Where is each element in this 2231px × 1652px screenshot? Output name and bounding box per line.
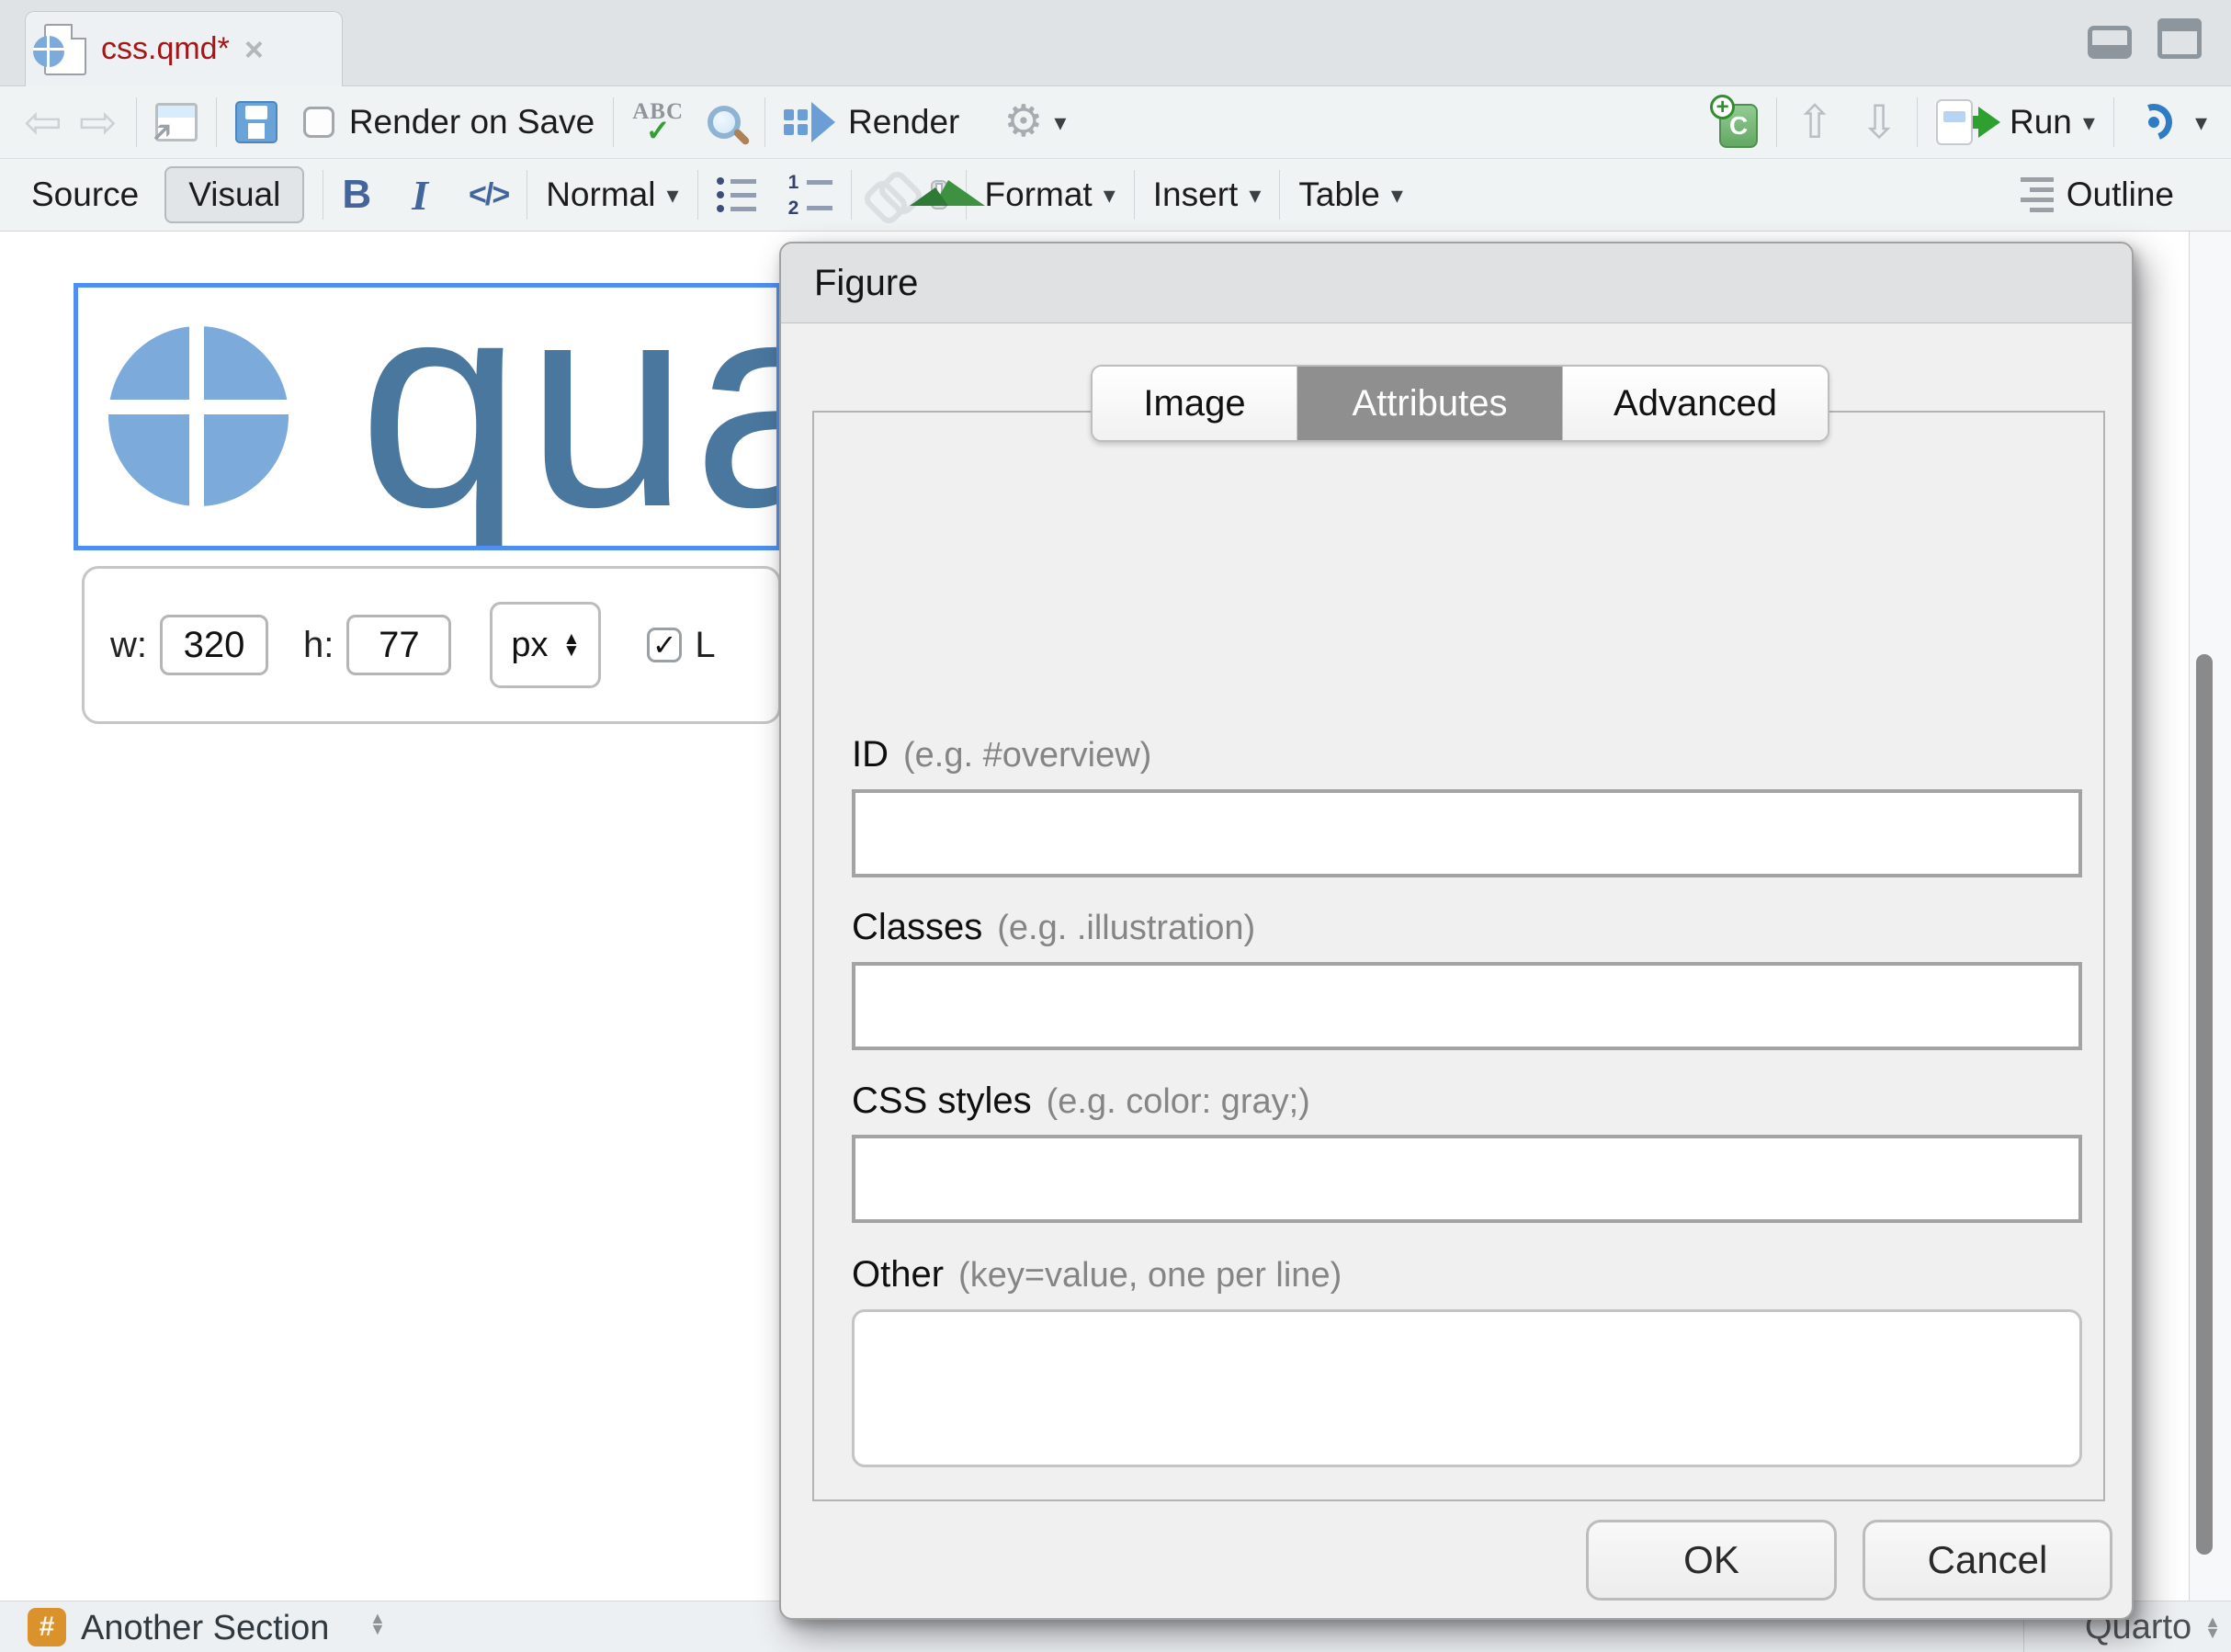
image-size-panel: w: h: px ▲▼ ✓ L [82, 566, 781, 724]
visual-mode-button[interactable]: Visual [164, 166, 304, 223]
lock-ratio-checkbox[interactable]: ✓ [647, 628, 682, 662]
forward-icon[interactable]: ⇨ [79, 99, 118, 145]
table-menu[interactable]: Table [1298, 175, 1379, 214]
separator [697, 170, 698, 220]
classes-input[interactable] [852, 962, 2082, 1050]
run-icon[interactable] [1936, 99, 2000, 145]
section-hash-icon: # [28, 1608, 66, 1646]
render-on-save-checkbox[interactable] [303, 107, 334, 138]
spellcheck-icon[interactable]: ABC ✓ [632, 100, 684, 145]
render-icon[interactable] [784, 102, 835, 142]
quarto-file-icon [44, 24, 86, 75]
tab-attributes[interactable]: Attributes [1297, 367, 1563, 440]
tab-bar: css.qmd* × [0, 0, 2231, 86]
bullet-list-icon[interactable] [717, 177, 756, 212]
image-icon [937, 185, 941, 204]
separator [1279, 170, 1280, 220]
width-input[interactable] [160, 615, 268, 675]
code-icon[interactable]: </> [469, 177, 508, 213]
minimize-icon[interactable] [2088, 26, 2132, 59]
format-menu[interactable]: Format [985, 175, 1093, 214]
italic-icon[interactable]: I [412, 171, 428, 220]
separator [851, 170, 852, 220]
units-select[interactable]: px ▲▼ [490, 602, 601, 688]
insert-chunk-icon[interactable]: C + [1710, 96, 1758, 148]
id-input[interactable] [852, 789, 2082, 877]
rstudio-editor-window: css.qmd* × ⇦ ⇨ Render on Save ABC ✓ Rend… [0, 0, 2231, 1652]
tab-css-qmd[interactable]: css.qmd* × [25, 11, 343, 86]
link-icon[interactable] [870, 175, 911, 215]
dialog-tab-strip: Image Attributes Advanced [1091, 365, 1829, 442]
separator [1776, 97, 1777, 147]
numbered-list-icon[interactable]: 1 2 [787, 173, 832, 218]
scrollbar-thumb[interactable] [2196, 654, 2213, 1555]
section-breadcrumb[interactable]: Another Section [81, 1609, 329, 1648]
outline-icon [2021, 177, 2054, 212]
pane-window-buttons [2088, 18, 2202, 59]
selected-image-quarto-logo[interactable]: qua [74, 283, 781, 550]
tab-filename: css.qmd* [101, 31, 230, 67]
paragraph-style-dropdown[interactable]: Normal [546, 175, 655, 214]
css-styles-input[interactable] [852, 1135, 2082, 1223]
quarto-logo-icon [33, 36, 64, 67]
id-field-label: ID (e.g. #overview) [852, 734, 1151, 775]
outline-button[interactable]: Outline [2021, 175, 2174, 214]
classes-field-label: Classes (e.g. .illustration) [852, 907, 1255, 948]
units-value: px [511, 626, 548, 665]
separator [613, 97, 614, 147]
other-field-label: Other (key=value, one per line) [852, 1254, 1342, 1296]
main-toolbar: ⇦ ⇨ Render on Save ABC ✓ Render ⚙ ▾ C + … [0, 86, 2231, 159]
source-caret-icon[interactable]: ▾ [2195, 108, 2207, 137]
table-caret-icon[interactable]: ▾ [1391, 181, 1403, 209]
search-icon[interactable] [708, 106, 741, 139]
back-icon[interactable]: ⇦ [24, 99, 62, 145]
lock-ratio-label: L [695, 625, 715, 666]
separator [764, 97, 765, 147]
maximize-icon[interactable] [2157, 18, 2202, 59]
open-in-new-window-icon[interactable] [155, 103, 198, 141]
quarto-logo-text: qua [358, 283, 781, 550]
source-refresh-icon[interactable] [2133, 101, 2175, 143]
tab-image[interactable]: Image [1093, 367, 1297, 440]
ok-button[interactable]: OK [1586, 1520, 1837, 1601]
paragraph-style-caret-icon[interactable]: ▾ [666, 181, 678, 209]
figure-dialog: Figure Image Attributes Advanced ID (e.g… [779, 242, 2134, 1620]
select-arrows-icon: ▲▼ [563, 633, 581, 657]
separator [136, 97, 137, 147]
separator [216, 97, 217, 147]
tab-close-icon[interactable]: × [244, 33, 264, 66]
run-button[interactable]: Run [2010, 103, 2072, 141]
doc-type-arrows-icon: ▲▼ [2204, 1616, 2221, 1638]
format-toolbar: Source Visual B I </> Normal ▾ 1 2 Forma… [0, 159, 2231, 232]
gear-icon[interactable]: ⚙ [1003, 100, 1043, 144]
separator [1917, 97, 1918, 147]
save-icon[interactable] [235, 101, 277, 143]
render-options-caret-icon[interactable]: ▾ [1054, 108, 1066, 137]
separator [1134, 170, 1135, 220]
quarto-logo-circle [108, 326, 289, 506]
height-label: h: [303, 625, 334, 666]
dialog-title: Figure [781, 243, 2132, 323]
run-caret-icon[interactable]: ▾ [2083, 108, 2095, 137]
other-textarea[interactable] [852, 1309, 2082, 1467]
format-caret-icon[interactable]: ▾ [1104, 181, 1116, 209]
separator [2113, 97, 2114, 147]
run-next-chunk-icon[interactable]: ⇩ [1860, 99, 1898, 145]
width-label: w: [110, 625, 147, 666]
section-nav-arrows-icon[interactable]: ▲▼ [369, 1612, 386, 1635]
render-on-save-label: Render on Save [349, 103, 595, 141]
source-mode-button[interactable]: Source [31, 175, 139, 214]
css-styles-field-label: CSS styles (e.g. color: gray;) [852, 1081, 1310, 1122]
image-tool-active[interactable] [931, 180, 947, 209]
insert-caret-icon[interactable]: ▾ [1249, 181, 1261, 209]
cancel-button[interactable]: Cancel [1863, 1520, 2112, 1601]
insert-menu[interactable]: Insert [1153, 175, 1239, 214]
render-button[interactable]: Render [848, 103, 959, 141]
run-previous-chunks-icon[interactable]: ⇧ [1795, 99, 1834, 145]
bold-icon[interactable]: B [342, 172, 371, 218]
height-input[interactable] [346, 615, 451, 675]
tab-advanced[interactable]: Advanced [1563, 367, 1828, 440]
